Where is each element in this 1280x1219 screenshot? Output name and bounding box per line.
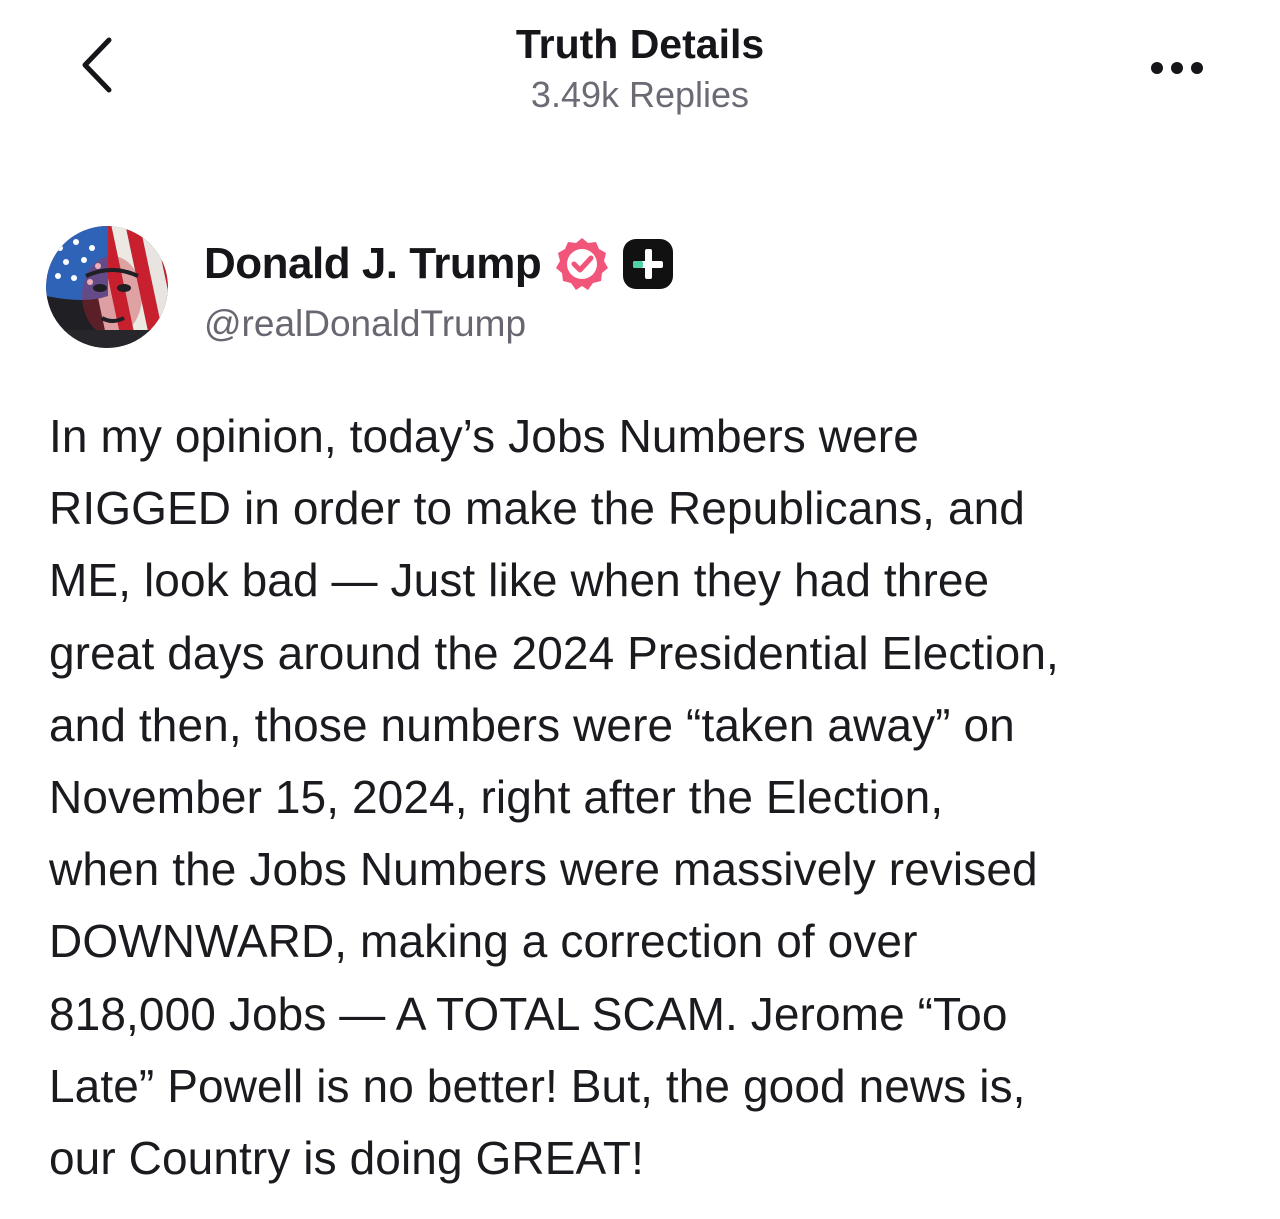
top-bar: Truth Details 3.49k Replies [0, 0, 1280, 140]
author-name[interactable]: Donald J. Trump [204, 236, 542, 292]
truth-details-screen: Truth Details 3.49k Replies Donald J. Tr… [0, 0, 1280, 1219]
author-name-row: Donald J. Trump [204, 232, 1104, 296]
post-line: when the Jobs Numbers were massively rev… [49, 843, 1038, 896]
post-author: Donald J. Trump @realDonaldTrump [46, 224, 1246, 354]
truth-plus-icon [621, 237, 675, 291]
post-line: In my opinion, today’s Jobs Numbers were [49, 410, 919, 462]
more-options-button[interactable] [1138, 40, 1216, 96]
post-line: Late” Powell is no better! But, the good… [49, 1059, 1026, 1112]
post-line: November 15, 2024, right after the Elect… [49, 771, 944, 824]
back-button[interactable] [62, 28, 132, 102]
author-handle[interactable]: @realDonaldTrump [204, 300, 1104, 348]
avatar-image [46, 226, 168, 348]
post-text: In my opinion, today’s Jobs Numbers were… [49, 400, 1249, 1194]
more-horizontal-icon [1151, 62, 1203, 74]
avatar[interactable] [46, 226, 168, 348]
verified-badge-icon [553, 235, 611, 293]
post-line: and then, those numbers were “taken away… [49, 698, 1015, 751]
page-title: Truth Details [515, 21, 765, 67]
post-line: great days around the 2024 Presidential … [49, 626, 1059, 679]
chevron-left-icon [82, 37, 112, 93]
header-titles: Truth Details 3.49k Replies [340, 18, 940, 118]
post-line: RIGGED in order to make the Republicans,… [49, 482, 1025, 535]
post-line: our Country is doing GREAT! [49, 1132, 644, 1185]
replies-count: 3.49k Replies [530, 74, 750, 115]
author-info: Donald J. Trump @realDonaldTrump [204, 232, 1104, 348]
post-line: DOWNWARD, making a correction of over [49, 915, 918, 968]
post-line: ME, look bad — Just like when they had t… [49, 554, 990, 607]
post-line: 818,000 Jobs — A TOTAL SCAM. Jerome “Too [49, 987, 1008, 1040]
